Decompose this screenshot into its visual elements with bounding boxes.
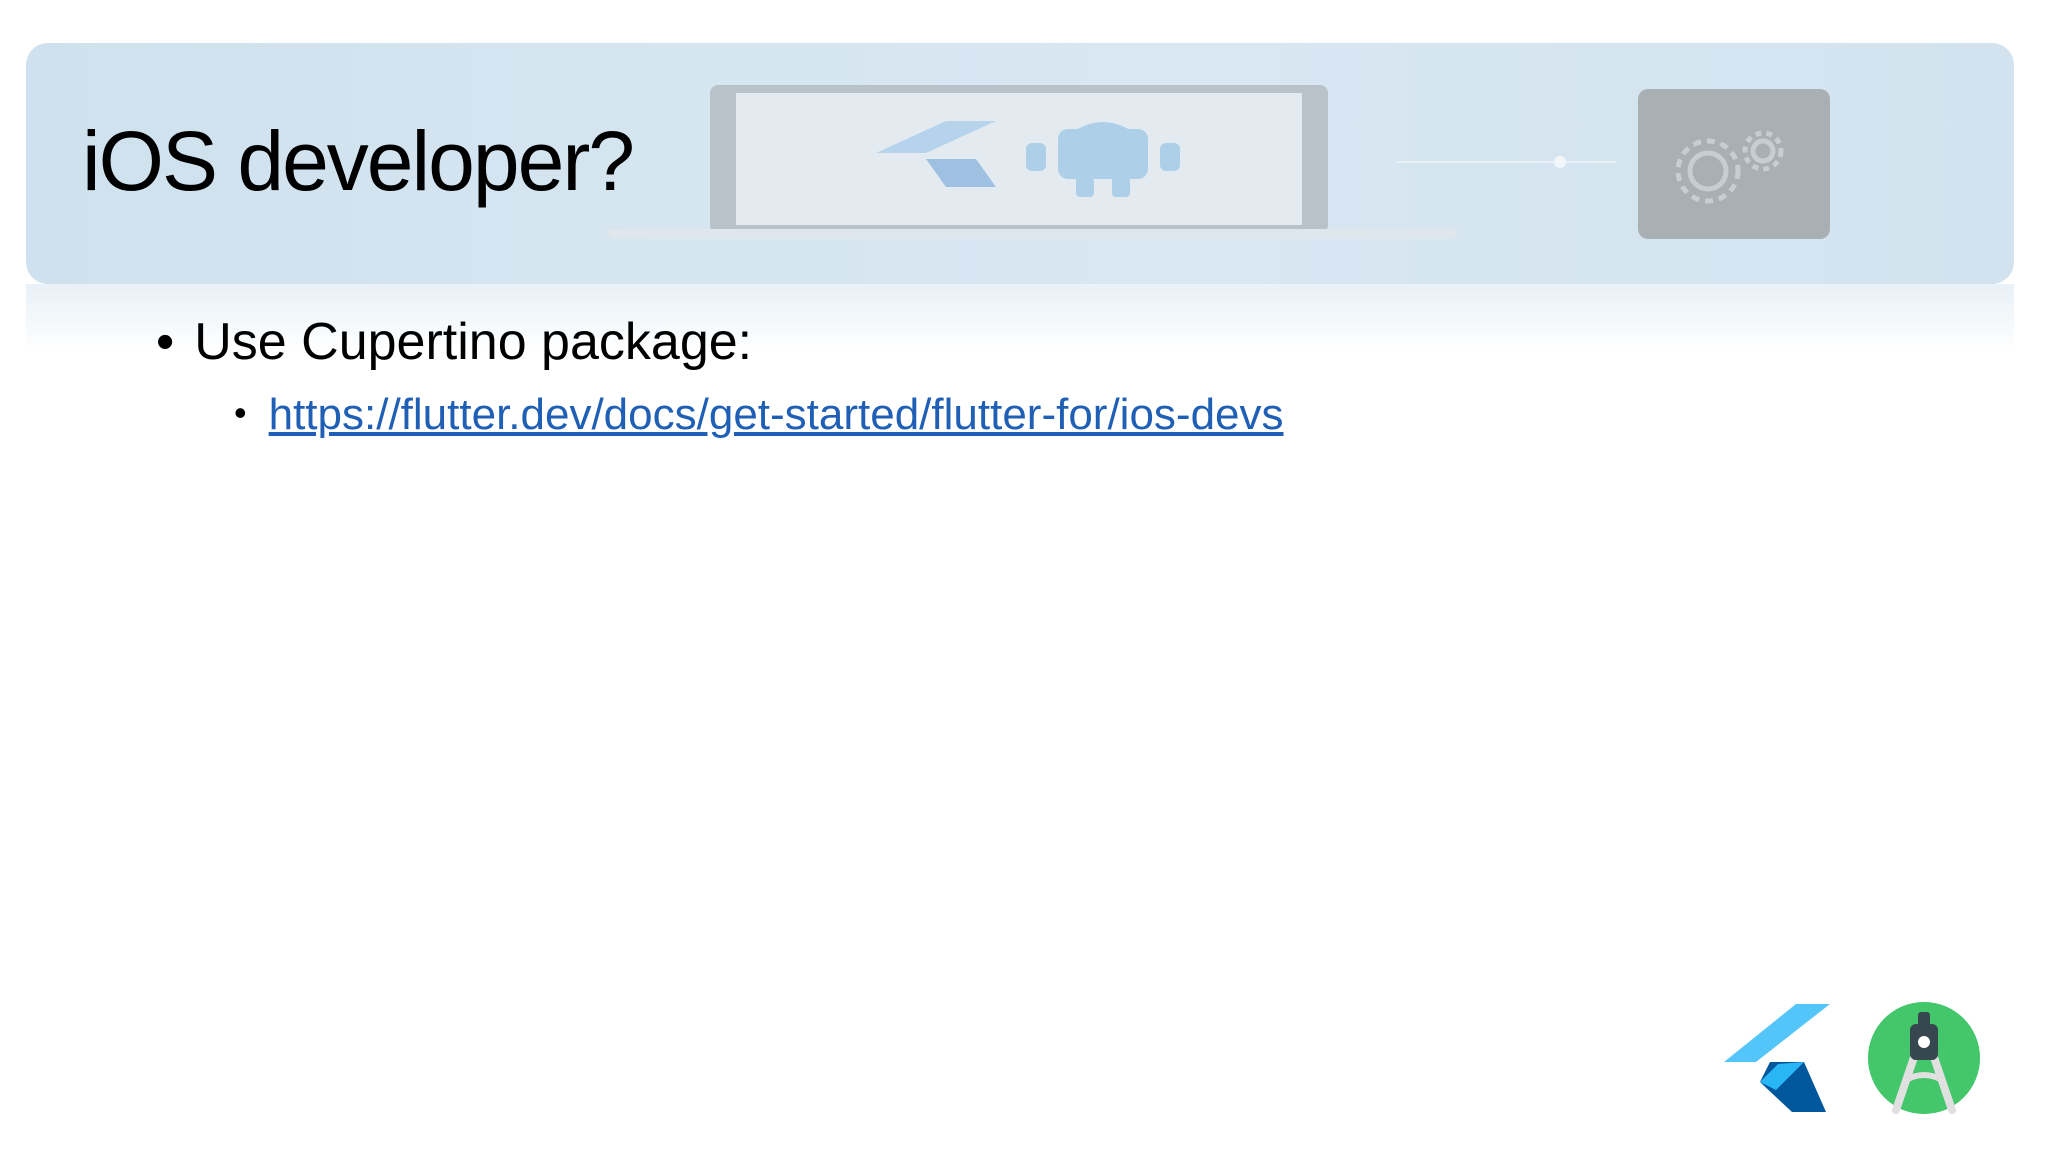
phone-settings-icon [1638,89,1830,239]
slide: iOS developer? • Use Cupertino package: •… [0,0,2048,1152]
laptop-illustration-icon [710,85,1328,233]
sub-bullet-item: • https://flutter.dev/docs/get-started/fl… [234,390,1284,440]
laptop-screen [736,93,1302,225]
header-banner: iOS developer? [26,43,2014,284]
gears-icon [1675,130,1784,204]
connector-dot [1554,156,1566,168]
laptop-base [606,229,1458,239]
connector-line [1396,161,1616,163]
bullet-marker: • [156,313,175,371]
faded-flutter-android-icon [876,121,1180,197]
bullet-item: • Use Cupertino package: [156,312,752,372]
bullet-text: Use Cupertino package: [194,313,753,371]
slide-title: iOS developer? [82,114,635,208]
sub-bullet-marker: • [234,392,247,433]
footer-logos [1720,1000,1980,1130]
flutter-logo-icon [1724,1004,1830,1112]
android-studio-logo-icon [1868,1002,1980,1114]
flutter-ios-docs-link[interactable]: https://flutter.dev/docs/get-started/flu… [269,390,1284,439]
